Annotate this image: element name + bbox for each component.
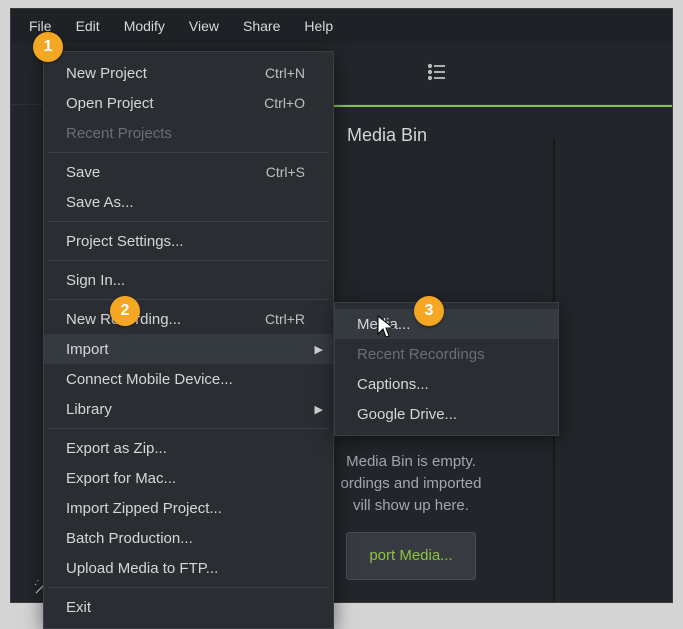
submenu-google-drive-label: Google Drive... [357, 406, 457, 423]
callout-marker-2: 2 [110, 296, 140, 326]
menu-library[interactable]: Library ▶ [44, 394, 333, 424]
menu-recent-projects: Recent Projects [44, 118, 333, 148]
submenu-recent-recordings: Recent Recordings [335, 339, 558, 369]
upload-ftp-label: Upload Media to FTP... [66, 560, 218, 577]
batch-production-label: Batch Production... [66, 530, 193, 547]
project-settings-label: Project Settings... [66, 233, 184, 250]
callout-marker-3: 3 [414, 296, 444, 326]
media-bin-title: Media Bin [347, 125, 427, 146]
app-window: File Edit Modify View Share Help [10, 8, 673, 603]
menu-batch-production[interactable]: Batch Production... [44, 523, 333, 553]
callout-marker-1: 1 [33, 32, 63, 62]
menu-separator [48, 260, 329, 261]
open-project-shortcut: Ctrl+O [264, 95, 311, 111]
list-icon [425, 60, 449, 84]
save-label: Save [66, 164, 100, 181]
menu-view[interactable]: View [177, 12, 231, 40]
recent-projects-label: Recent Projects [66, 125, 172, 142]
new-recording-shortcut: Ctrl+R [265, 311, 311, 327]
menu-share[interactable]: Share [231, 12, 292, 40]
menu-upload-ftp[interactable]: Upload Media to FTP... [44, 553, 333, 583]
submenu-captions[interactable]: Captions... [335, 369, 558, 399]
menu-separator [48, 299, 329, 300]
menu-connect-mobile[interactable]: Connect Mobile Device... [44, 364, 333, 394]
submenu-media[interactable]: Media... [335, 309, 558, 339]
submenu-arrow-icon: ▶ [315, 343, 323, 356]
menu-sign-in[interactable]: Sign In... [44, 265, 333, 295]
menu-save-as[interactable]: Save As... [44, 187, 333, 217]
empty-text-line2: ordings and imported [301, 473, 521, 495]
export-mac-label: Export for Mac... [66, 470, 176, 487]
menu-save[interactable]: Save Ctrl+S [44, 157, 333, 187]
import-label: Import [66, 341, 109, 358]
menu-new-recording[interactable]: New Recording... Ctrl+R [44, 304, 333, 334]
tab-library[interactable] [425, 60, 449, 88]
empty-text-line1: Media Bin is empty. [301, 451, 521, 473]
sign-in-label: Sign In... [66, 272, 125, 289]
export-zip-label: Export as Zip... [66, 440, 167, 457]
import-media-button[interactable]: port Media... [346, 532, 475, 580]
media-bin-empty-state: Media Bin is empty. ordings and imported… [301, 451, 521, 580]
menu-separator [48, 221, 329, 222]
new-project-label: New Project [66, 65, 147, 82]
mouse-cursor-icon [376, 314, 396, 340]
connect-mobile-label: Connect Mobile Device... [66, 371, 233, 388]
submenu-google-drive[interactable]: Google Drive... [335, 399, 558, 429]
menu-modify[interactable]: Modify [112, 12, 177, 40]
menu-help[interactable]: Help [292, 12, 345, 40]
menu-project-settings[interactable]: Project Settings... [44, 226, 333, 256]
import-submenu: Media... Recent Recordings Captions... G… [334, 302, 559, 436]
empty-text-line3: vill show up here. [301, 495, 521, 517]
menu-open-project[interactable]: Open Project Ctrl+O [44, 88, 333, 118]
menu-export-mac[interactable]: Export for Mac... [44, 463, 333, 493]
menu-import[interactable]: Import ▶ [44, 334, 333, 364]
library-label: Library [66, 401, 112, 418]
open-project-label: Open Project [66, 95, 154, 112]
menu-edit[interactable]: Edit [64, 12, 112, 40]
menu-new-project[interactable]: New Project Ctrl+N [44, 58, 333, 88]
menu-export-zip[interactable]: Export as Zip... [44, 433, 333, 463]
menu-exit[interactable]: Exit [44, 592, 333, 622]
menu-separator [48, 152, 329, 153]
menu-separator [48, 428, 329, 429]
menubar: File Edit Modify View Share Help [11, 9, 672, 43]
submenu-arrow-icon: ▶ [315, 403, 323, 416]
submenu-recent-recordings-label: Recent Recordings [357, 346, 485, 363]
exit-label: Exit [66, 599, 91, 616]
import-zipped-label: Import Zipped Project... [66, 500, 222, 517]
new-project-shortcut: Ctrl+N [265, 65, 311, 81]
save-shortcut: Ctrl+S [266, 164, 311, 180]
menu-import-zipped[interactable]: Import Zipped Project... [44, 493, 333, 523]
menu-separator [48, 587, 329, 588]
file-dropdown: New Project Ctrl+N Open Project Ctrl+O R… [43, 51, 334, 629]
submenu-captions-label: Captions... [357, 376, 429, 393]
save-as-label: Save As... [66, 194, 134, 211]
